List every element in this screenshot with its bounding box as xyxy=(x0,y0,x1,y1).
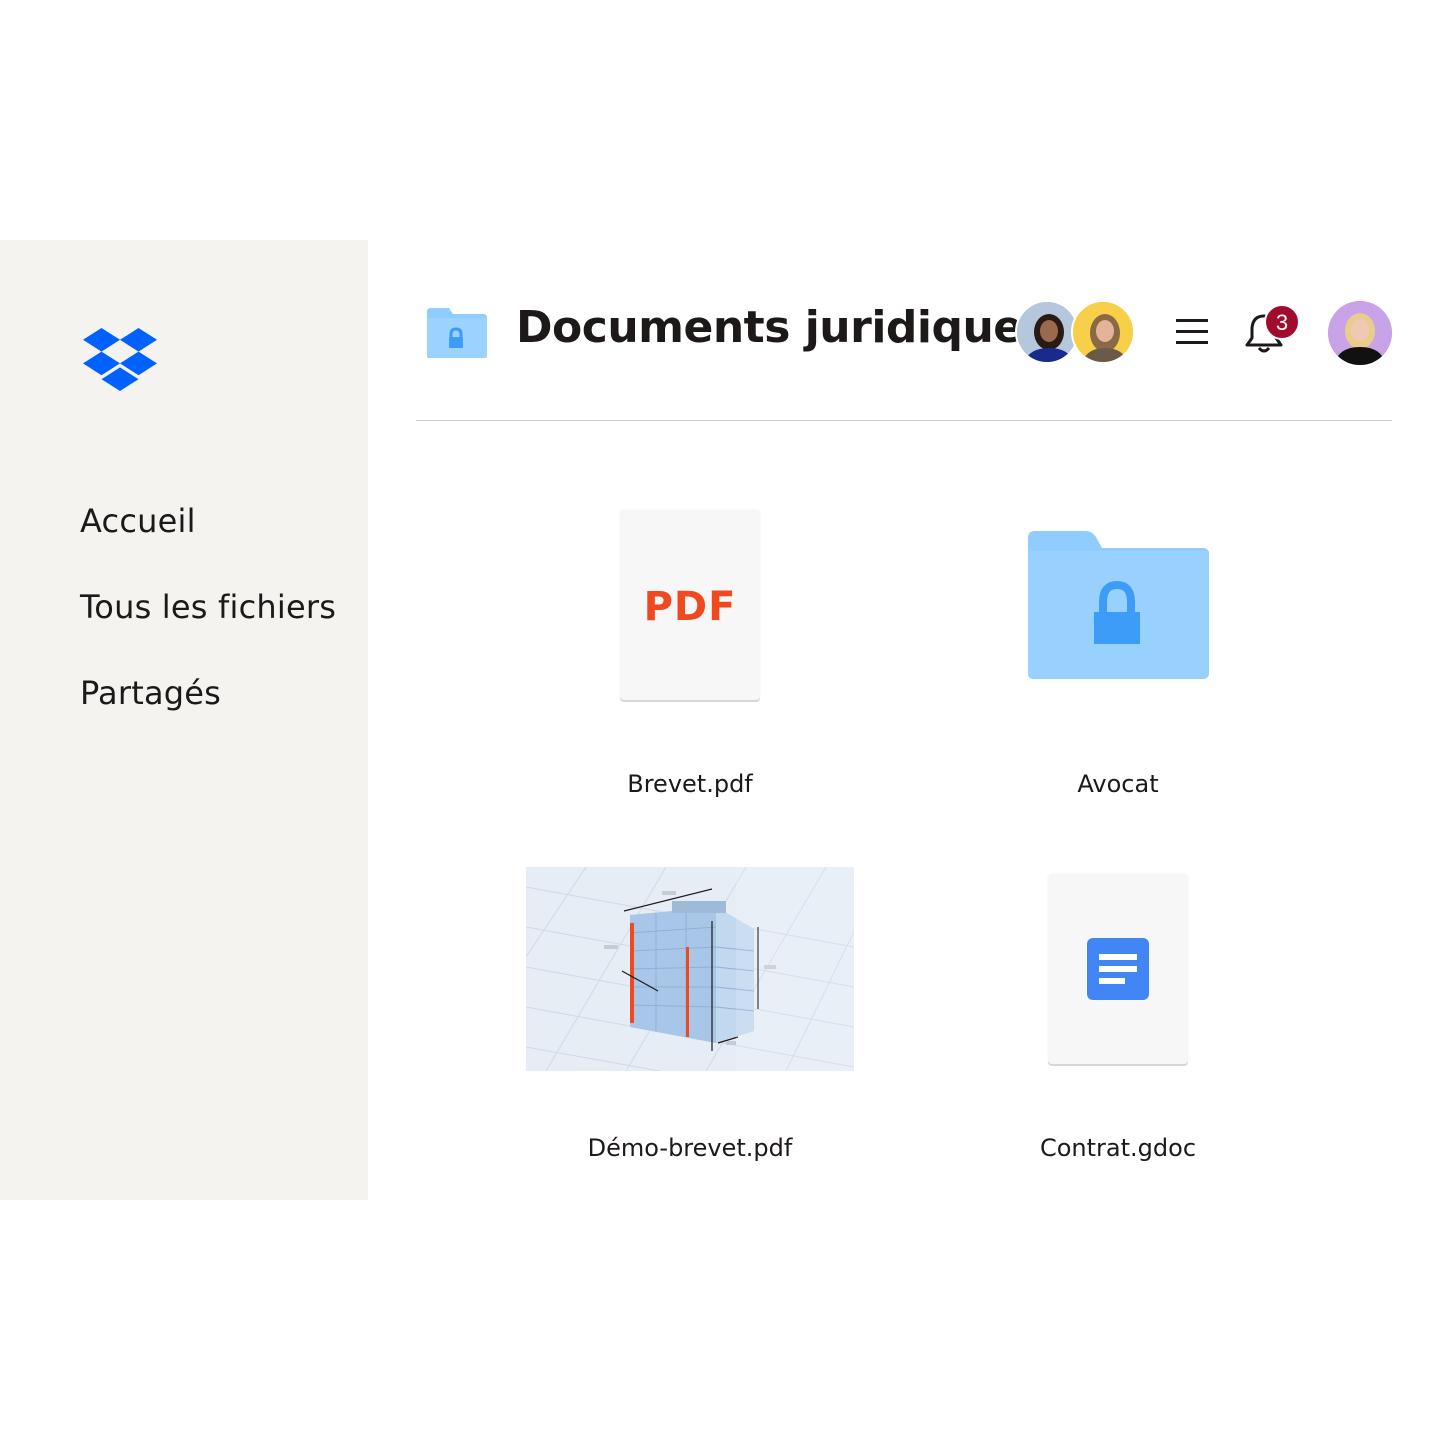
locked-folder-icon[interactable] xyxy=(1026,530,1210,680)
google-docs-icon xyxy=(1087,938,1149,1000)
hamburger-menu-icon[interactable] xyxy=(1175,315,1209,349)
pdf-label: PDF xyxy=(643,584,737,630)
avatar[interactable] xyxy=(1071,300,1135,364)
app-window: Accueil Tous les fichiers Partagés Docum… xyxy=(0,240,1440,1200)
gdoc-file-icon xyxy=(1048,874,1188,1064)
sidebar-item-partages[interactable]: Partagés xyxy=(80,674,221,712)
avatar[interactable] xyxy=(1015,300,1079,364)
file-card-gdoc[interactable] xyxy=(1048,874,1188,1064)
sidebar-item-tous-les-fichiers[interactable]: Tous les fichiers xyxy=(80,588,336,626)
file-name[interactable]: Brevet.pdf xyxy=(590,770,790,798)
sidebar: Accueil Tous les fichiers Partagés xyxy=(0,240,368,1200)
file-card-pdf[interactable]: PDF xyxy=(620,510,760,700)
dropbox-logo-icon[interactable] xyxy=(83,328,157,392)
pdf-file-icon: PDF xyxy=(620,510,760,700)
page-title: Documents juridiques xyxy=(516,302,1049,353)
file-name[interactable]: Avocat xyxy=(1018,770,1218,798)
building-preview-image[interactable] xyxy=(526,867,854,1071)
user-avatar[interactable] xyxy=(1328,301,1392,365)
sidebar-item-accueil[interactable]: Accueil xyxy=(80,502,196,540)
main-content: Documents juridiques 3 PDF Brevet.pdf Av… xyxy=(368,240,1440,1200)
notification-badge: 3 xyxy=(1264,304,1300,340)
locked-folder-icon xyxy=(427,308,487,358)
header-divider xyxy=(416,420,1392,421)
file-name[interactable]: Contrat.gdoc xyxy=(998,1134,1238,1162)
file-name[interactable]: Démo-brevet.pdf xyxy=(560,1134,820,1162)
